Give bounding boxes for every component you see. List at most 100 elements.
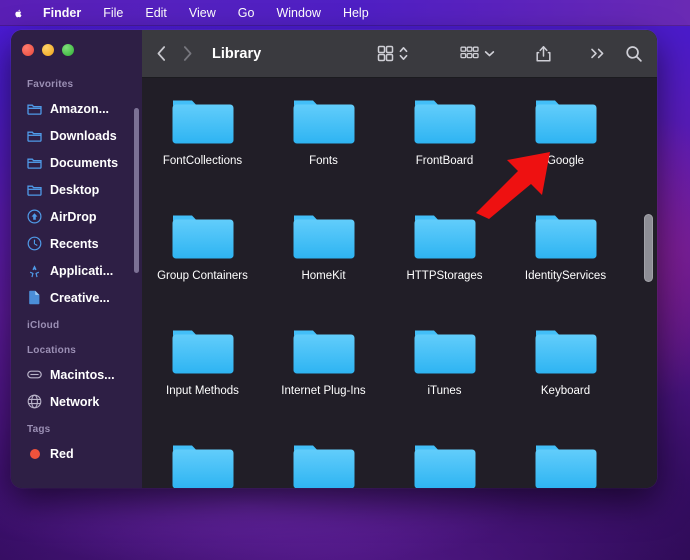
file-item-itunes[interactable]: iTunes [384,322,505,437]
sidebar-item-amazon[interactable]: Amazon... [11,95,142,122]
file-item-partial[interactable] [263,437,384,488]
file-item-fontcollections[interactable]: FontCollections [142,92,263,207]
file-item-label: HomeKit [301,270,346,282]
file-item-label: iTunes [427,385,462,397]
network-globe-icon [27,394,42,409]
file-item-google[interactable]: Google [505,92,626,207]
file-item-input-methods[interactable]: Input Methods [142,322,263,437]
chevron-up-down-icon[interactable] [399,45,408,62]
search-icon[interactable] [625,45,643,63]
folder-icon [413,211,477,261]
tag-dot-icon [27,446,42,461]
file-item-homekit[interactable]: HomeKit [263,207,384,322]
sidebar-item-macintosh-hd[interactable]: Macintos... [11,361,142,388]
sidebar-item-applications[interactable]: Applicati... [11,257,142,284]
sidebar-item-creative[interactable]: Creative... [11,284,142,311]
sidebar-section-favorites: Favorites [27,79,74,90]
folder-icon [27,182,42,197]
sidebar-item-label: Desktop [50,182,100,197]
file-item-partial[interactable] [142,437,263,488]
folder-icon [171,96,235,146]
file-item-label: HTTPStorages [406,270,483,282]
sidebar-item-label: Downloads [50,128,117,143]
sidebar-scrollbar[interactable] [134,108,139,273]
folder-icon [171,326,235,376]
menu-item-edit[interactable]: Edit [134,0,178,26]
sidebar-item-label: Amazon... [50,101,110,116]
folder-icon [292,441,356,488]
close-button[interactable] [22,44,34,56]
sidebar-item-label: Documents [50,155,119,170]
folder-icon [413,441,477,488]
forward-button[interactable] [174,41,200,67]
sidebar-item-label: Creative... [50,290,110,305]
file-grid-row: Input Methods Internet Plug-Ins iTunes K… [142,322,657,437]
group-by-icon[interactable] [460,46,479,61]
file-grid-row: FontCollections Fonts FrontBoard Google [142,92,657,207]
menu-item-file[interactable]: File [92,0,134,26]
folder-icon [534,96,598,146]
folder-icon [171,211,235,261]
menu-item-finder[interactable]: Finder [32,0,92,26]
file-item-partial[interactable] [384,437,505,488]
sidebar-item-desktop[interactable]: Desktop [11,176,142,203]
page-title: Library [212,45,262,62]
menu-item-window[interactable]: Window [265,0,331,26]
file-item-internet-plug-ins[interactable]: Internet Plug-Ins [263,322,384,437]
apple-logo-icon[interactable] [14,6,32,21]
group-by-group[interactable] [460,46,495,61]
sidebar-section-icloud: iCloud [27,320,60,331]
minimize-button[interactable] [42,44,54,56]
sidebar-item-recents[interactable]: Recents [11,230,142,257]
sidebar-item-network[interactable]: Network [11,388,142,415]
file-item-identityservices[interactable]: IdentityServices [505,207,626,322]
menu-item-help[interactable]: Help [332,0,380,26]
file-item-label: Fonts [309,155,338,167]
sidebar-item-airdrop[interactable]: AirDrop [11,203,142,230]
sidebar-item-label: Network [50,394,100,409]
share-icon[interactable] [535,44,552,63]
sidebar-item-label: Red [50,446,74,461]
maximize-button[interactable] [62,44,74,56]
file-item-label: Group Containers [157,270,248,282]
file-item-partial[interactable] [505,437,626,488]
sidebar-section-locations: Locations [27,345,77,356]
folder-icon [413,96,477,146]
document-icon [27,290,42,305]
file-item-group-containers[interactable]: Group Containers [142,207,263,322]
file-item-httpstorages[interactable]: HTTPStorages [384,207,505,322]
folder-icon [534,211,598,261]
file-grid: FontCollections Fonts FrontBoard Google … [142,78,657,488]
sidebar: Favorites Amazon... Downloads Documents … [11,30,142,488]
file-grid-row: Group Containers HomeKit HTTPStorages Id… [142,207,657,322]
menu-bar: Finder File Edit View Go Window Help [0,0,690,26]
more-chevrons-icon[interactable] [590,46,607,61]
file-item-keyboard[interactable]: Keyboard [505,322,626,437]
sidebar-item-label: AirDrop [50,209,97,224]
menu-item-view[interactable]: View [178,0,227,26]
hard-drive-icon [27,367,42,382]
folder-icon [292,211,356,261]
sidebar-item-downloads[interactable]: Downloads [11,122,142,149]
file-item-frontboard[interactable]: FrontBoard [384,92,505,207]
folder-icon [292,326,356,376]
folder-icon [413,326,477,376]
menu-item-go[interactable]: Go [227,0,266,26]
folder-icon [292,96,356,146]
clock-icon [27,236,42,251]
file-item-label: Input Methods [166,385,239,397]
folder-icon [27,155,42,170]
icon-view-icon[interactable] [377,45,394,62]
view-options-group[interactable] [377,45,408,62]
back-button[interactable] [148,41,174,67]
file-item-fonts[interactable]: Fonts [263,92,384,207]
sidebar-item-tag-red[interactable]: Red [11,440,142,467]
content-scrollbar-thumb[interactable] [644,214,653,282]
airdrop-icon [27,209,42,224]
sidebar-item-label: Recents [50,236,99,251]
window-controls [22,44,74,56]
chevron-down-icon[interactable] [484,48,495,59]
sidebar-item-label: Applicati... [50,263,114,278]
content-scrollbar-track[interactable] [643,80,653,486]
sidebar-item-documents[interactable]: Documents [11,149,142,176]
